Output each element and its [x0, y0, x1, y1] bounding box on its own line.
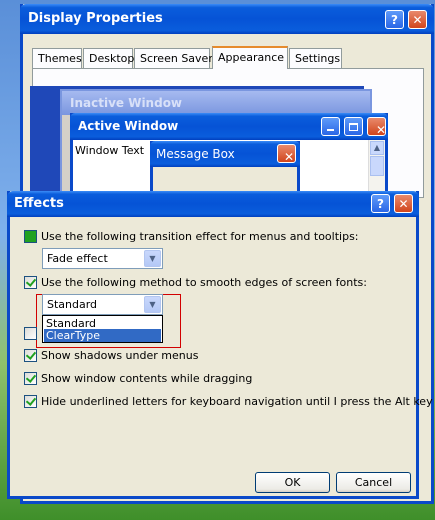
scroll-thumb: [370, 156, 384, 176]
help-button[interactable]: ?: [385, 10, 404, 29]
close-button[interactable]: ✕: [408, 10, 427, 29]
scroll-up-icon: ▲: [370, 141, 384, 155]
effects-help-button[interactable]: ?: [371, 194, 390, 213]
tab-label: Themes: [38, 52, 82, 65]
font-smoothing-dropdown-list: Standard ClearType: [42, 315, 163, 343]
tab-appearance[interactable]: Appearance: [212, 46, 288, 69]
cancel-label: Cancel: [354, 476, 393, 489]
inactive-window-title: Inactive Window: [70, 96, 183, 110]
tab-themes[interactable]: Themes: [32, 48, 82, 68]
message-box-titlebar: Message Box ✕: [150, 141, 300, 167]
tab-label: Screen Saver: [140, 52, 213, 65]
font-smoothing-select[interactable]: Standard ▼: [42, 294, 163, 315]
close-icon: ✕: [398, 196, 409, 211]
effects-titlebar[interactable]: Effects ? ✕: [7, 191, 419, 217]
tab-desktop[interactable]: Desktop: [83, 48, 135, 68]
checkbox-box[interactable]: [24, 230, 37, 243]
checkbox-box[interactable]: [24, 327, 37, 340]
chevron-down-icon[interactable]: ▼: [144, 250, 161, 267]
active-window-title: Active Window: [78, 119, 179, 133]
effects-dialog: Effects ? ✕ Use the following transition…: [7, 191, 433, 499]
ok-button[interactable]: OK: [255, 472, 330, 493]
checkbox-label: Hide underlined letters for keyboard nav…: [41, 395, 433, 408]
tab-label: Settings: [295, 52, 341, 65]
cancel-button[interactable]: Cancel: [336, 472, 411, 493]
hide-underlines-checkbox[interactable]: Hide underlined letters for keyboard nav…: [24, 395, 433, 408]
dropdown-option-cleartype[interactable]: ClearType: [44, 329, 161, 342]
active-window-titlebar: Active Window ✕: [70, 113, 388, 140]
ok-label: OK: [284, 476, 301, 489]
help-icon: ?: [377, 196, 384, 211]
effects-title: Effects: [14, 196, 64, 211]
minimize-icon: [321, 117, 340, 136]
checkbox-label: Show shadows under menus: [41, 349, 199, 362]
transition-effect-checkbox[interactable]: Use the following transition effect for …: [24, 230, 359, 243]
display-properties-titlebar[interactable]: Display Properties ? ✕: [20, 4, 434, 34]
smooth-fonts-checkbox[interactable]: Use the following method to smooth edges…: [24, 276, 367, 289]
display-properties-title: Display Properties: [28, 11, 163, 26]
tab-label: Desktop: [89, 52, 135, 65]
checkbox-label: Use the following method to smooth edges…: [41, 276, 367, 289]
checkbox-box[interactable]: [24, 349, 37, 362]
checkbox-label: Use the following transition effect for …: [41, 230, 359, 243]
close-icon: ✕: [412, 12, 423, 27]
checkbox-box[interactable]: [24, 372, 37, 385]
close-icon: ✕: [367, 117, 386, 136]
maximize-icon: [344, 117, 363, 136]
help-icon: ?: [391, 12, 398, 27]
tab-label: Appearance: [218, 51, 285, 64]
select-value: Fade effect: [47, 252, 108, 265]
effects-close-button[interactable]: ✕: [394, 194, 413, 213]
checkbox-box[interactable]: [24, 276, 37, 289]
checkbox-box[interactable]: [24, 395, 37, 408]
window-text: Window Text: [75, 144, 145, 157]
inactive-window-titlebar: Inactive Window: [62, 91, 370, 115]
select-value: Standard: [47, 298, 98, 311]
close-icon: ✕: [277, 144, 296, 163]
menu-shadows-checkbox[interactable]: Show shadows under menus: [24, 349, 198, 362]
tab-screen-saver[interactable]: Screen Saver: [134, 48, 213, 68]
large-icons-checkbox[interactable]: [24, 327, 41, 340]
window-contents-checkbox[interactable]: Show window contents while dragging: [24, 372, 252, 385]
chevron-down-icon[interactable]: ▼: [144, 296, 161, 313]
checkbox-label: Show window contents while dragging: [41, 372, 253, 385]
transition-effect-select[interactable]: Fade effect ▼: [42, 248, 163, 269]
message-box-title: Message Box: [156, 147, 235, 161]
tab-settings[interactable]: Settings: [289, 48, 342, 68]
